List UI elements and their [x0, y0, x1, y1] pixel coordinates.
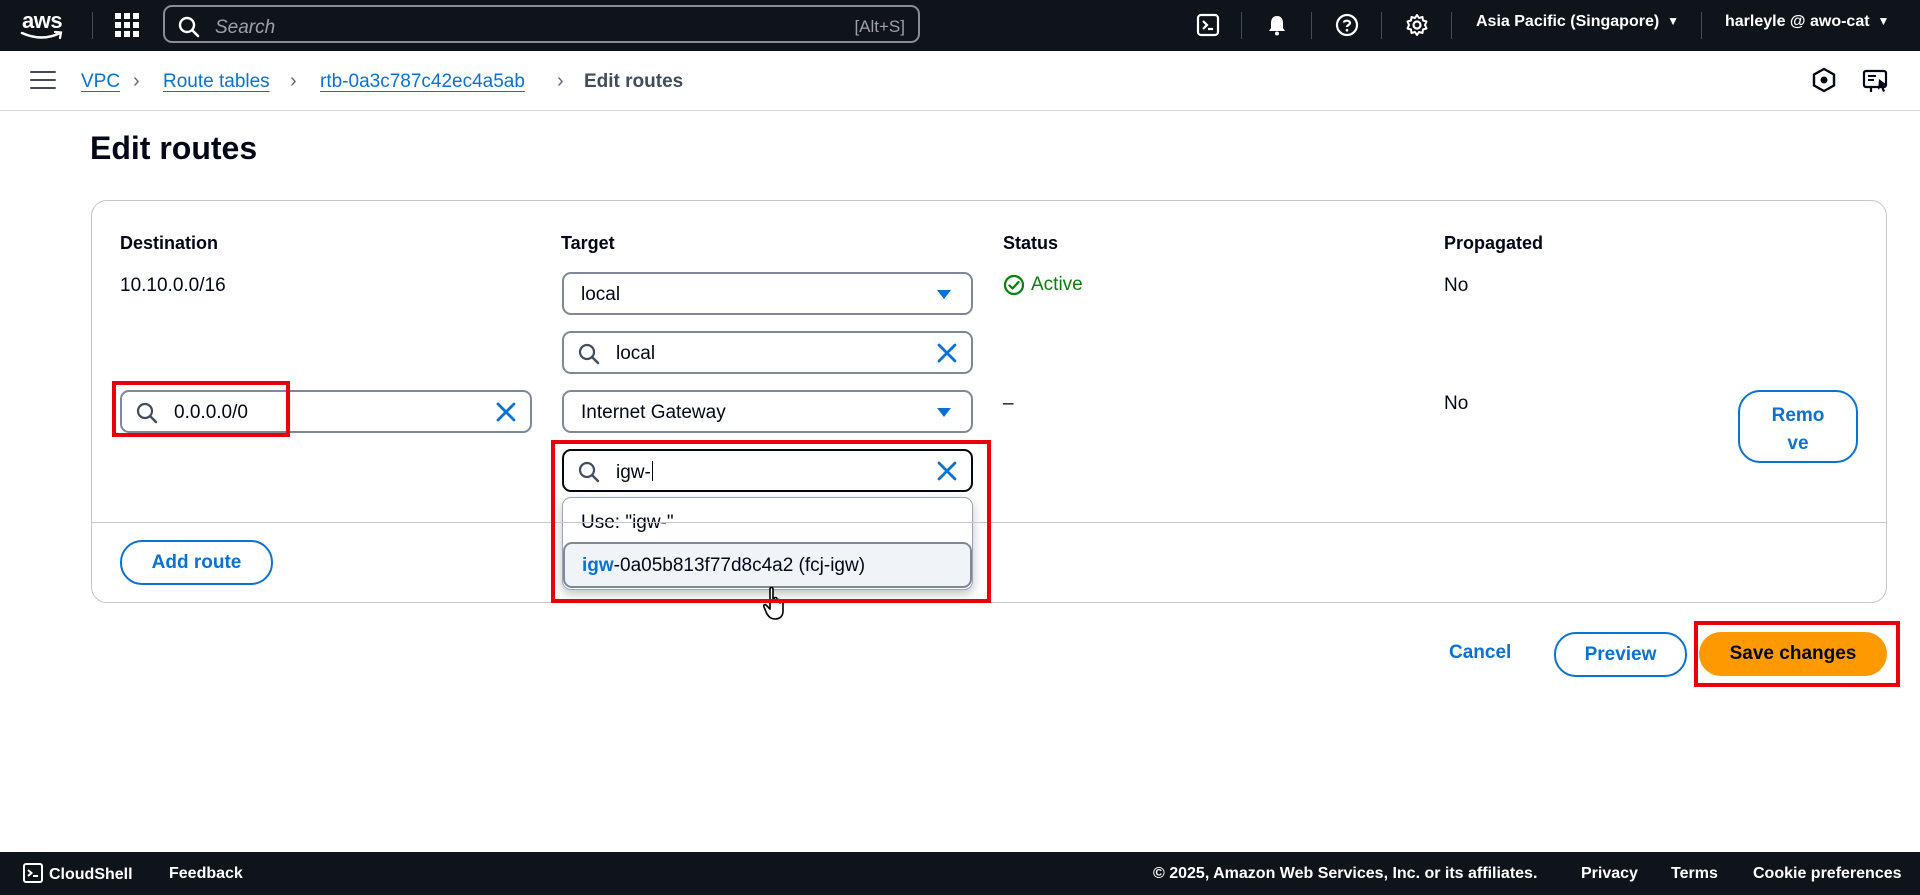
- aws-smile-icon: [20, 30, 63, 40]
- check-circle-icon: [1003, 274, 1025, 296]
- services-grid-icon[interactable]: [114, 12, 140, 38]
- notifications-bell-icon[interactable]: [1262, 10, 1292, 40]
- route-2-target-filter-input[interactable]: igw-: [562, 449, 973, 492]
- chevron-right-icon: ›: [557, 70, 564, 92]
- top-navigation: aws Search [Alt+S] Asia Pacific (Singapo…: [0, 0, 1920, 51]
- route-2-target-value: Internet Gateway: [581, 402, 726, 423]
- account-label: harleyle @ awo-cat: [1725, 13, 1870, 30]
- cloudshell-icon[interactable]: [1193, 10, 1223, 40]
- cloudshell-footer-button[interactable]: CloudShell: [23, 863, 133, 884]
- preview-button[interactable]: Preview: [1554, 632, 1687, 677]
- cookie-preferences-link[interactable]: Cookie preferences: [1753, 865, 1902, 883]
- panel-divider: [92, 522, 1886, 523]
- global-search-input[interactable]: Search [Alt+S]: [163, 5, 920, 43]
- aws-logo[interactable]: aws: [20, 6, 70, 44]
- caret-down-icon: [937, 290, 951, 299]
- route-1-status: Active: [1003, 274, 1083, 296]
- privacy-link[interactable]: Privacy: [1581, 865, 1638, 883]
- account-menu[interactable]: harleyle @ awo-cat ▼: [1725, 13, 1889, 31]
- column-header-target: Target: [561, 233, 615, 253]
- region-label: Asia Pacific (Singapore): [1476, 13, 1660, 30]
- route-2-target-filter-value: igw-: [616, 462, 651, 483]
- route-1-status-text: Active: [1031, 274, 1083, 295]
- route-2-propagated: No: [1444, 393, 1469, 414]
- column-header-propagated: Propagated: [1444, 233, 1544, 253]
- cloudshell-icon: [23, 863, 43, 883]
- remove-label-line-2: ve: [1787, 432, 1809, 454]
- nav-divider: [1701, 12, 1702, 39]
- option-match-rest: -0a05b813f77d8c4a2 (fcj-igw): [613, 555, 866, 576]
- breadcrumb-current: Edit routes: [584, 71, 684, 92]
- route-1-target-value: local: [581, 284, 621, 305]
- column-header-status: Status: [1003, 233, 1059, 253]
- hand-pointer-cursor-icon: [762, 586, 784, 620]
- route-1-target-filter-value: local: [616, 343, 656, 364]
- nav-divider: [1311, 12, 1312, 39]
- remove-label-line-1: Remo: [1771, 404, 1825, 426]
- caret-down-icon: ▼: [1877, 14, 1890, 28]
- route-2-status: –: [1003, 393, 1014, 414]
- copyright-text: © 2025, Amazon Web Services, Inc. or its…: [1153, 865, 1538, 882]
- help-icon[interactable]: [1332, 10, 1362, 40]
- route-1-destination: 10.10.0.0/16: [120, 275, 226, 296]
- search-icon: [136, 402, 158, 424]
- caret-down-icon: ▼: [1667, 14, 1680, 28]
- clear-x-icon[interactable]: [935, 341, 959, 365]
- info-panel-icon[interactable]: [1811, 67, 1839, 95]
- route-1-target-filter-input[interactable]: local: [562, 331, 973, 374]
- route-2-destination-input[interactable]: 0.0.0.0/0: [120, 390, 532, 433]
- terms-link[interactable]: Terms: [1671, 865, 1718, 883]
- breadcrumb-route-table-id[interactable]: rtb-0a3c787c42ec4a5ab: [320, 71, 525, 93]
- add-route-button[interactable]: Add route: [120, 540, 273, 585]
- chevron-right-icon: ›: [133, 70, 140, 92]
- nav-divider: [92, 12, 93, 39]
- clear-x-icon[interactable]: [935, 459, 959, 483]
- remove-route-button[interactable]: Remo ve: [1738, 390, 1858, 463]
- route-1-target-select[interactable]: local: [562, 272, 973, 315]
- nav-divider: [1241, 12, 1242, 39]
- nav-divider: [1451, 12, 1452, 39]
- route-2-destination-value: 0.0.0.0/0: [174, 402, 248, 423]
- clear-x-icon[interactable]: [494, 400, 518, 424]
- menu-hamburger-icon[interactable]: [30, 71, 56, 91]
- cloudshell-label: CloudShell: [49, 866, 133, 883]
- option-match-highlight: igw: [582, 555, 614, 576]
- search-placeholder: Search: [215, 17, 276, 38]
- breadcrumb-route-tables[interactable]: Route tables: [163, 71, 270, 93]
- feedback-link[interactable]: Feedback: [169, 865, 243, 883]
- region-selector[interactable]: Asia Pacific (Singapore) ▼: [1476, 13, 1679, 31]
- column-header-destination: Destination: [120, 233, 219, 253]
- footer-bar: CloudShell Feedback © 2025, Amazon Web S…: [0, 852, 1920, 895]
- search-icon: [178, 16, 200, 38]
- target-options-dropdown: Use: "igw-" igw-0a05b813f77d8c4a2 (fcj-i…: [562, 497, 973, 590]
- option-internet-gateway[interactable]: igw-0a05b813f77d8c4a2 (fcj-igw): [563, 542, 972, 588]
- nav-divider: [1381, 12, 1382, 39]
- caret-down-icon: [937, 408, 951, 417]
- text-cursor: [651, 461, 653, 481]
- save-changes-button[interactable]: Save changes: [1699, 632, 1887, 676]
- tools-panel-icon[interactable]: [1862, 67, 1890, 95]
- search-icon: [578, 461, 600, 483]
- settings-gear-icon[interactable]: [1402, 10, 1432, 40]
- cancel-button[interactable]: Cancel: [1449, 642, 1511, 664]
- breadcrumb-bar: VPC › Route tables › rtb-0a3c787c42ec4a5…: [0, 51, 1920, 111]
- search-icon: [578, 343, 600, 365]
- breadcrumb-vpc[interactable]: VPC: [81, 71, 120, 93]
- route-2-target-select[interactable]: Internet Gateway: [562, 390, 973, 433]
- page-title: Edit routes: [90, 130, 258, 166]
- chevron-right-icon: ›: [290, 70, 297, 92]
- option-use-typed-value[interactable]: Use: "igw-": [581, 512, 674, 534]
- route-1-propagated: No: [1444, 275, 1469, 296]
- search-shortcut-hint: [Alt+S]: [854, 17, 905, 36]
